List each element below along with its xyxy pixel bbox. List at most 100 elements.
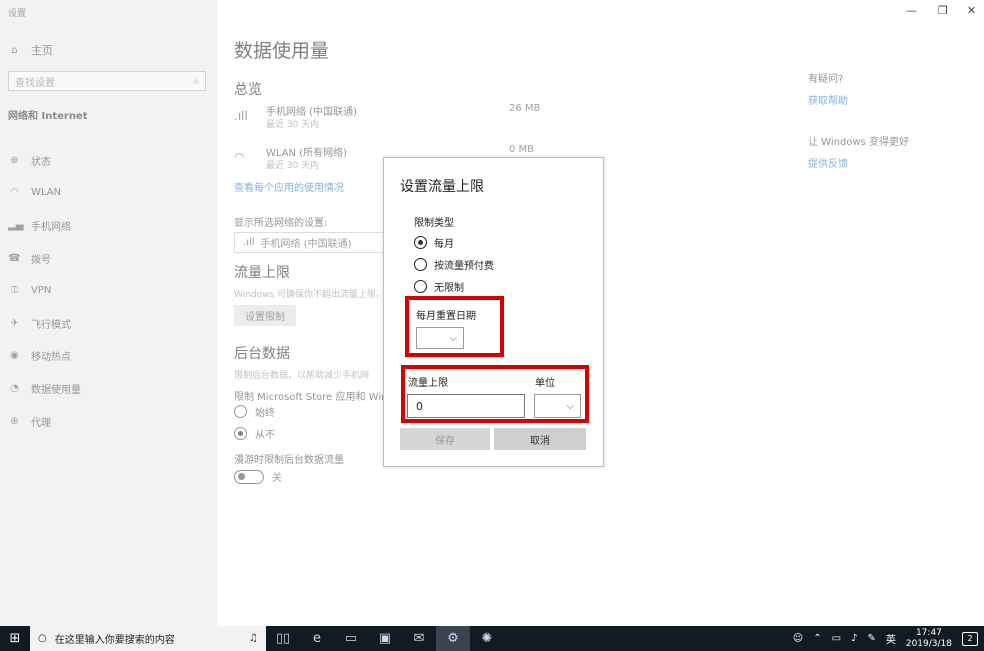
option-monthly[interactable]: 每月 (414, 235, 454, 250)
limit-label: 流量上限 (408, 378, 448, 389)
reset-date-label: 每月重置日期 (416, 311, 476, 322)
sidebar-item-label: 数据使用量 (31, 384, 81, 396)
network-usage: 26 MB (509, 103, 541, 114)
clock-date: 2019/3/18 (905, 638, 952, 649)
option-prepaid[interactable]: 按流量预付费 (414, 257, 494, 272)
network-row-cellular: .ıll 手机网络 (中国联通) 最近 30 天内 26 MB (234, 103, 554, 133)
radio-never[interactable]: 从不 (234, 426, 275, 441)
roaming-toggle-row[interactable]: 关 (234, 469, 282, 484)
set-limit-button[interactable]: 设置限制 (234, 305, 296, 326)
sidebar-item-proxy[interactable]: ⊕ 代理 (8, 405, 81, 438)
store-icon[interactable]: ▣ (368, 626, 402, 651)
radio-button[interactable] (234, 427, 247, 440)
get-help-link[interactable]: 获取帮助 (808, 92, 909, 107)
radio-button[interactable] (414, 280, 427, 293)
reset-date-select[interactable]: ⌵ (416, 327, 464, 349)
taskbar-search-box[interactable]: ○ 在这里输入你要搜索的内容 ♫ (30, 626, 266, 651)
network-tray-icon[interactable]: ▭ (832, 633, 841, 644)
sidebar-item-label: WLAN (31, 187, 62, 199)
task-view-icon[interactable]: ▯▯ (266, 626, 300, 651)
sidebar-item-label: 手机网络 (31, 221, 71, 233)
network-usage: 0 MB (509, 144, 535, 155)
radio-button[interactable] (414, 258, 427, 271)
home-nav-item[interactable]: ⌂ 主页 (8, 42, 53, 58)
save-button[interactable]: 保存 (400, 428, 490, 450)
roaming-toggle[interactable] (234, 469, 264, 484)
start-button[interactable]: ⊞ (0, 626, 30, 651)
window-title: 设置 (8, 9, 27, 19)
home-label: 主页 (31, 44, 53, 57)
sidebar-item-wlan[interactable]: ◠ WLAN (8, 177, 81, 210)
close-button[interactable]: ✕ (967, 4, 976, 17)
taskbar: ⊞ ○ 在这里输入你要搜索的内容 ♫ ▯▯ e ▭ ▣ ✉ ⚙ ✺ ☺ ⌃ ▭ … (0, 626, 984, 651)
question-label: 有疑问? (808, 74, 844, 85)
cellular-icon: .ıll (243, 237, 255, 248)
dialog-title: 设置流量上限 (400, 179, 484, 195)
network-name: 手机网络 (中国联通) (266, 107, 357, 118)
feedback-link[interactable]: 提供反馈 (808, 155, 909, 170)
show-settings-label: 显示所选网络的设置: (234, 218, 328, 229)
option-unlimited[interactable]: 无限制 (414, 279, 464, 294)
limit-input[interactable]: 0 (407, 394, 525, 418)
radio-label: 每月 (434, 239, 454, 250)
home-icon: ⌂ (11, 44, 18, 56)
limit-heading: 流量上限 (234, 265, 290, 281)
clock-time: 17:47 (915, 627, 942, 638)
settings-search-input[interactable]: 查找设置 ⌕ (8, 71, 206, 91)
sidebar-item-status[interactable]: ⊕ 状态 (8, 144, 81, 177)
radio-button[interactable] (234, 405, 247, 418)
toggle-state: 关 (272, 473, 282, 484)
settings-sidebar: 设置 ⌂ 主页 查找设置 ⌕ 网络和 Internet ⊕ 状态 ◠ WLAN ▂▄… (0, 0, 218, 626)
clock[interactable]: 17:47 2019/3/18 (906, 628, 952, 650)
cellular-icon: ▂▄ (8, 219, 24, 231)
radio-always[interactable]: 始终 (234, 404, 275, 419)
unit-label: 单位 (535, 378, 555, 389)
sidebar-item-label: VPN (31, 285, 52, 297)
action-center-button[interactable]: 2 (962, 631, 978, 646)
maximize-button[interactable]: ❐ (938, 4, 948, 17)
overview-heading: 总览 (234, 82, 262, 98)
notification-count: 2 (967, 634, 973, 643)
sidebar-item-label: 飞行模式 (31, 319, 71, 331)
globe-icon: ⊕ (10, 154, 19, 166)
radio-button[interactable] (414, 236, 427, 249)
unit-select[interactable]: ⌵ (534, 394, 581, 418)
per-app-usage-link[interactable]: 查看每个应用的使用情况 (234, 179, 344, 194)
network-name: WLAN (所有网络) (266, 148, 347, 159)
right-panel: 有疑问? 获取帮助 让 Windows 变得更好 提供反馈 (808, 70, 909, 170)
chevron-up-icon[interactable]: ⌃ (813, 633, 821, 644)
cellular-icon: .ıll (234, 109, 248, 123)
data-limit-dialog: 设置流量上限 限制类型 每月 按流量预付费 无限制 每月重置日期 ⌵ 流量上限 … (383, 157, 604, 467)
sidebar-item-vpn[interactable]: ⚿ VPN (8, 274, 81, 307)
settings-icon[interactable]: ⚙ (436, 626, 470, 651)
cancel-button[interactable]: 取消 (494, 428, 586, 450)
wifi-icon: ◠ (10, 187, 19, 199)
sidebar-item-cellular[interactable]: ▂▄ 手机网络 (8, 209, 81, 242)
roaming-label: 漫游时限制后台数据流量 (234, 455, 344, 466)
vpn-icon: ⚿ (10, 285, 19, 297)
mail-icon[interactable]: ✉ (402, 626, 436, 651)
edge-icon[interactable]: e (300, 626, 334, 651)
airplane-icon: ✈ (10, 317, 19, 329)
system-tray: ☺ ⌃ ▭ ♪ ✎ 英 17:47 2019/3/18 2 (793, 628, 984, 650)
app-icon[interactable]: ✺ (470, 626, 504, 651)
sidebar-item-hotspot[interactable]: ◉ 移动热点 (8, 340, 81, 373)
microphone-icon[interactable]: ♫ (249, 633, 258, 644)
radio-label: 无限制 (434, 283, 464, 294)
network-period: 最近 30 天内 (266, 161, 320, 171)
network-period: 最近 30 天内 (266, 120, 320, 130)
ime-indicator[interactable]: 英 (886, 631, 896, 646)
volume-icon[interactable]: ♪ (851, 633, 857, 644)
pen-icon[interactable]: ✎ (867, 633, 875, 644)
network-select[interactable]: .ıll 手机网络 (中国联通) (234, 232, 386, 253)
minimize-button[interactable]: — (906, 4, 917, 17)
chevron-down-icon: ⌵ (449, 332, 457, 344)
dialup-icon: ☎ (8, 252, 21, 264)
file-explorer-icon[interactable]: ▭ (334, 626, 368, 651)
sidebar-item-airplane[interactable]: ✈ 飞行模式 (8, 307, 81, 340)
people-icon[interactable]: ☺ (793, 633, 803, 644)
search-placeholder: 查找设置 (15, 77, 55, 89)
sidebar-item-dialup[interactable]: ☎ 拨号 (8, 242, 81, 275)
radio-label: 按流量预付费 (434, 261, 494, 272)
sidebar-item-data-usage[interactable]: ◔ 数据使用量 (8, 372, 81, 405)
